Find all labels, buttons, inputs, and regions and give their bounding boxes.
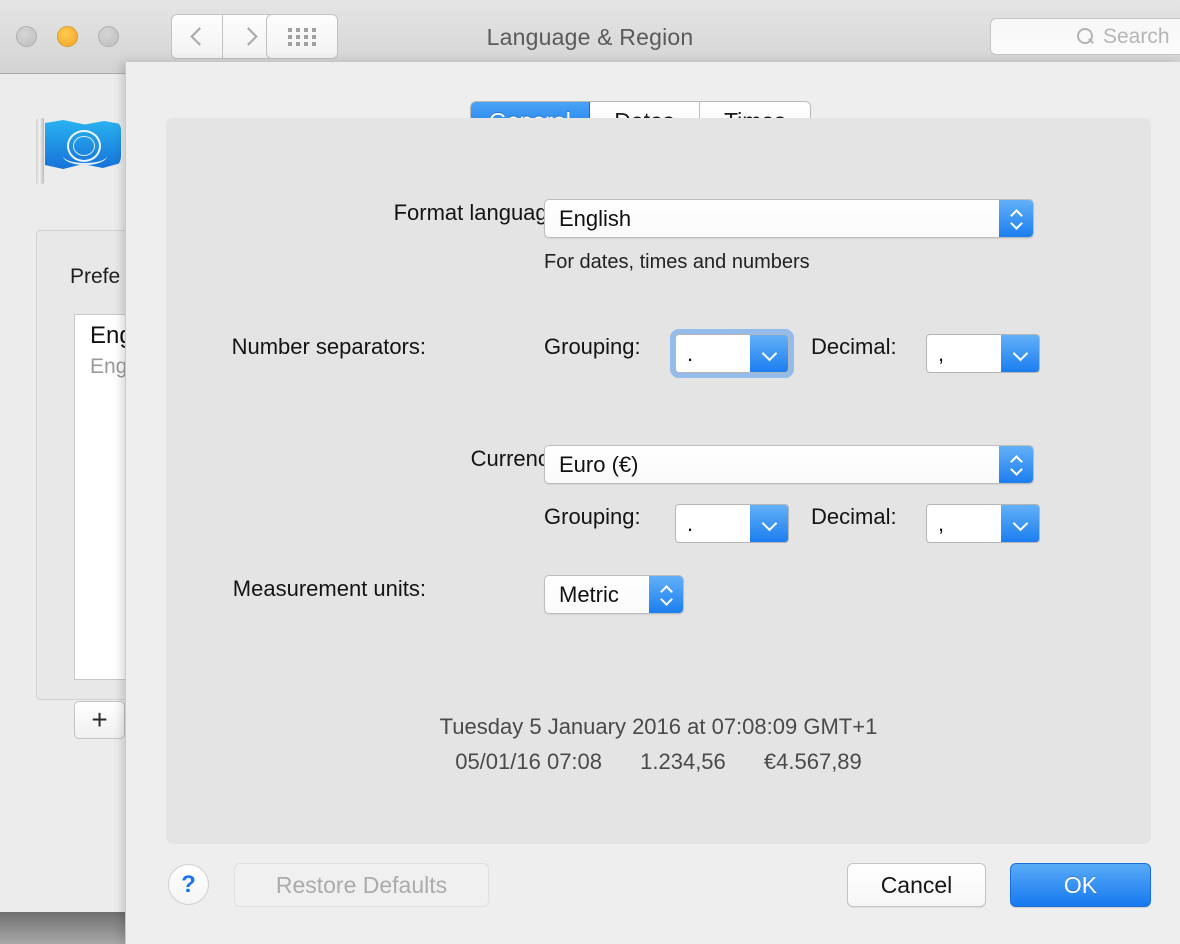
currency-grouping-combo[interactable]: . xyxy=(675,504,789,543)
stepper-arrows-icon[interactable] xyxy=(999,200,1033,237)
help-button[interactable]: ? xyxy=(168,864,209,905)
preview-samples: 05/01/16 07:08 1.234,56 €4.567,89 xyxy=(166,749,1151,775)
number-grouping-focus-ring: . xyxy=(670,329,794,378)
number-grouping-label: Grouping: xyxy=(544,334,641,359)
currency-grouping-label: Grouping: xyxy=(544,504,641,529)
screen: Language & Region Search Prefe Eng Eng +… xyxy=(0,0,1180,944)
currency-decimal-combo[interactable]: , xyxy=(926,504,1040,543)
currency-decimal-label: Decimal: xyxy=(811,504,897,529)
preview-long-date: Tuesday 5 January 2016 at 07:08:09 GMT+1 xyxy=(439,714,878,739)
currency-grouping-value: . xyxy=(687,510,694,536)
language-region-advanced-sheet: General Dates Times Format language: Eng… xyxy=(125,62,1180,944)
restore-defaults-button[interactable]: Restore Defaults xyxy=(234,863,489,907)
format-preview: Tuesday 5 January 2016 at 07:08:09 GMT+1… xyxy=(166,714,1151,775)
format-language-popup[interactable]: English xyxy=(544,199,1034,238)
number-separators-label: Number separators: xyxy=(231,334,426,359)
chevron-down-icon[interactable] xyxy=(1001,505,1039,542)
un-flag-icon xyxy=(36,116,122,186)
currency-popup[interactable]: Euro (€) xyxy=(544,445,1034,484)
currency-value: Euro (€) xyxy=(559,451,639,477)
list-item-subtitle: Eng xyxy=(90,355,128,378)
chevron-down-icon[interactable] xyxy=(750,335,788,372)
cancel-button[interactable]: Cancel xyxy=(847,863,986,907)
ok-button[interactable]: OK xyxy=(1010,863,1151,907)
format-language-value: English xyxy=(559,205,632,231)
number-decimal-label: Decimal: xyxy=(811,334,897,359)
number-grouping-combo[interactable]: . xyxy=(675,334,789,373)
preview-short-date: 05/01/16 07:08 xyxy=(455,749,603,774)
number-grouping-value: . xyxy=(687,340,694,366)
format-language-hint: For dates, times and numbers xyxy=(544,251,810,273)
currency-decimal-value: , xyxy=(938,510,945,536)
number-decimal-combo[interactable]: , xyxy=(926,334,1040,373)
preview-number: 1.234,56 xyxy=(640,749,726,774)
measurement-units-label: Measurement units: xyxy=(232,576,426,601)
preferred-languages-label: Prefe xyxy=(70,265,121,288)
format-language-label: Format language: xyxy=(393,200,566,225)
search-field[interactable]: Search xyxy=(990,18,1180,55)
stepper-arrows-icon[interactable] xyxy=(999,446,1033,483)
search-icon xyxy=(1077,28,1094,45)
measurement-units-label-wrap: Measurement units: xyxy=(166,576,426,602)
number-separators-label-wrap: Number separators: xyxy=(166,334,426,360)
stepper-arrows-icon[interactable] xyxy=(649,576,683,613)
chevron-down-icon[interactable] xyxy=(750,505,788,542)
preview-currency: €4.567,89 xyxy=(763,749,862,774)
measurement-units-value: Metric xyxy=(559,581,619,607)
currency-label-wrap: Currency: xyxy=(166,446,566,472)
general-settings-panel: Format language: English For dates, time… xyxy=(166,118,1151,844)
add-language-button[interactable]: + xyxy=(74,701,125,739)
format-language-label-wrap: Format language: xyxy=(166,200,566,226)
number-decimal-value: , xyxy=(938,340,945,366)
measurement-units-popup[interactable]: Metric xyxy=(544,575,684,614)
search-placeholder: Search xyxy=(1103,24,1170,48)
chevron-down-icon[interactable] xyxy=(1001,335,1039,372)
